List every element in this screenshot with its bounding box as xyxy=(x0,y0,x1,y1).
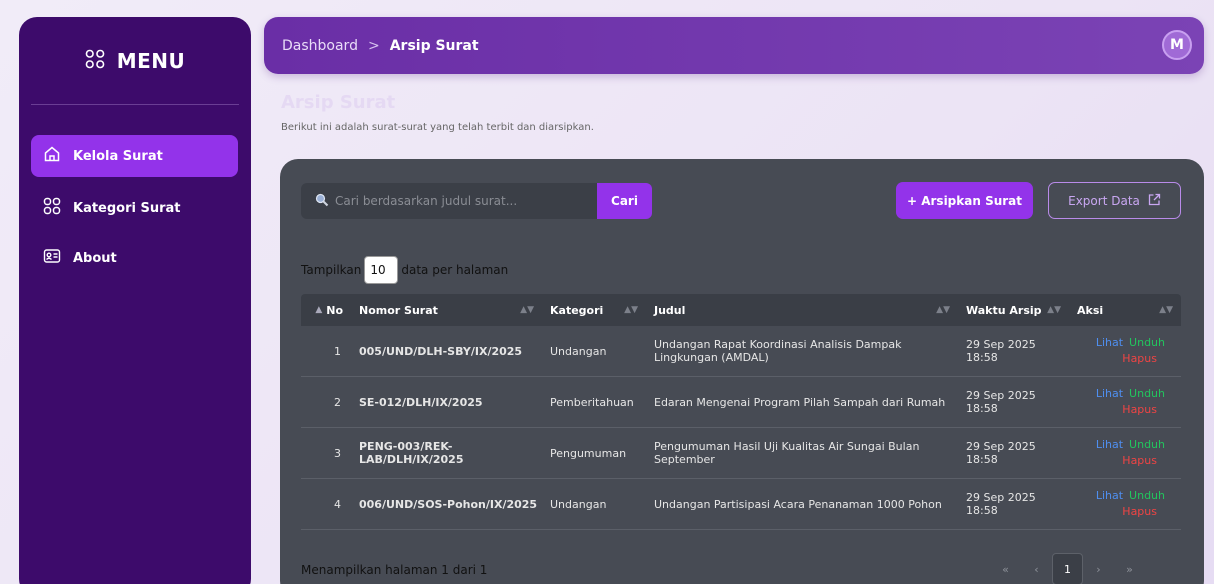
cell-kategori: Pengumuman xyxy=(550,446,627,460)
cell-kategori: Undangan xyxy=(550,344,607,358)
table-row: 2 SE-012/DLH/IX/2025 Pemberitahuan Edara… xyxy=(301,377,1181,428)
cell-kategori: Pemberitahuan xyxy=(550,395,634,409)
download-link[interactable]: Unduh xyxy=(1129,386,1165,402)
home-icon xyxy=(43,145,61,167)
sidebar-item-kelola-surat[interactable]: Kelola Surat xyxy=(31,135,238,177)
export-label: Export Data xyxy=(1068,193,1140,208)
cell-aksi: Lihat Unduh Hapus xyxy=(1069,437,1181,469)
header-aksi[interactable]: Aksi ▲▼ xyxy=(1069,304,1181,317)
cell-judul: Pengumuman Hasil Uji Kualitas Air Sungai… xyxy=(654,440,920,466)
cell-nomor-surat: SE-012/DLH/IX/2025 xyxy=(359,395,483,409)
sort-icon: ▲▼ xyxy=(1047,305,1061,315)
download-link[interactable]: Unduh xyxy=(1129,437,1165,453)
breadcrumb-current: Arsip Surat xyxy=(389,37,479,54)
delete-link[interactable]: Hapus xyxy=(1077,504,1165,520)
cell-waktu-arsip: 29 Sep 2025 18:58 xyxy=(966,440,1036,466)
sort-icon: ▲▼ xyxy=(624,305,638,315)
cell-nomor-surat: 005/UND/DLH-SBY/IX/2025 xyxy=(359,344,523,358)
header-no[interactable]: ▲ No xyxy=(301,304,351,317)
sidebar-item-label: About xyxy=(73,250,117,266)
sidebar-item-about[interactable]: About xyxy=(31,237,238,279)
cell-no: 4 xyxy=(334,497,341,511)
page-length-prefix: Tampilkan xyxy=(301,263,362,277)
delete-link[interactable]: Hapus xyxy=(1077,453,1165,469)
header-kategori[interactable]: Kategori ▲▼ xyxy=(542,304,646,317)
sidebar-item-label: Kategori Surat xyxy=(73,200,181,216)
download-link[interactable]: Unduh xyxy=(1129,488,1165,504)
sort-icon: ▲ xyxy=(315,305,323,315)
table-row: 1 005/UND/DLH-SBY/IX/2025 Undangan Undan… xyxy=(301,326,1181,377)
table-row: 3 PENG-003/REK-LAB/DLH/IX/2025 Pengumuma… xyxy=(301,428,1181,479)
grid-icon xyxy=(85,49,105,73)
pagination: « ‹ 1 › » xyxy=(990,553,1145,584)
cell-aksi: Lihat Unduh Hapus xyxy=(1069,335,1181,367)
top-header: Dashboard > Arsip Surat M xyxy=(264,17,1204,74)
cell-no: 3 xyxy=(334,446,341,460)
search-icon xyxy=(315,192,329,211)
cell-judul: Edaran Mengenai Program Pilah Sampah dar… xyxy=(654,395,946,409)
avatar[interactable]: M xyxy=(1162,30,1192,60)
table-header: ▲ No Nomor Surat ▲▼ Kategori ▲▼ Judul ▲▼ Wak… xyxy=(301,294,1181,326)
cell-aksi: Lihat Unduh Hapus xyxy=(1069,386,1181,418)
next-page-button[interactable]: › xyxy=(1083,553,1114,584)
search-input[interactable] xyxy=(335,194,585,208)
breadcrumb-dashboard[interactable]: Dashboard xyxy=(282,38,358,54)
view-link[interactable]: Lihat xyxy=(1096,488,1123,504)
cell-nomor-surat: 006/UND/SOS-Pohon/IX/2025 xyxy=(359,497,538,511)
cell-kategori: Undangan xyxy=(550,497,607,511)
cell-aksi: Lihat Unduh Hapus xyxy=(1069,488,1181,520)
sidebar-header: MENU xyxy=(31,17,239,105)
archive-letter-button[interactable]: + Arsipkan Surat xyxy=(896,182,1033,219)
pagination-info: Menampilkan halaman 1 dari 1 xyxy=(301,563,488,577)
sidebar-title: MENU xyxy=(116,48,186,73)
table-row: 4 006/UND/SOS-Pohon/IX/2025 Undangan Und… xyxy=(301,479,1181,530)
prev-page-button[interactable]: ‹ xyxy=(1021,553,1052,584)
sidebar-item-kategori-surat[interactable]: Kategori Surat xyxy=(31,187,238,229)
download-link[interactable]: Unduh xyxy=(1129,335,1165,351)
cell-waktu-arsip: 29 Sep 2025 18:58 xyxy=(966,338,1036,364)
grid-icon xyxy=(43,197,61,219)
sort-icon: ▲▼ xyxy=(520,305,534,315)
cell-no: 2 xyxy=(334,395,341,409)
search-box xyxy=(301,183,597,219)
current-page-button[interactable]: 1 xyxy=(1052,553,1083,584)
delete-link[interactable]: Hapus xyxy=(1077,402,1165,418)
breadcrumb-separator: > xyxy=(367,37,380,54)
delete-link[interactable]: Hapus xyxy=(1077,351,1165,367)
view-link[interactable]: Lihat xyxy=(1096,386,1123,402)
sort-icon: ▲▼ xyxy=(1159,305,1173,315)
archive-panel: Cari + Arsipkan Surat Export Data Tampil… xyxy=(280,159,1204,584)
header-nomor-surat[interactable]: Nomor Surat ▲▼ xyxy=(351,304,542,317)
page-length-suffix: data per halaman xyxy=(401,263,509,277)
page-length-input[interactable]: 10 xyxy=(364,256,399,284)
cell-judul: Undangan Rapat Koordinasi Analisis Dampa… xyxy=(654,338,902,364)
first-page-button[interactable]: « xyxy=(990,553,1021,584)
cell-judul: Undangan Partisipasi Acara Penanaman 100… xyxy=(654,497,942,511)
last-page-button[interactable]: » xyxy=(1114,553,1145,584)
view-link[interactable]: Lihat xyxy=(1096,335,1123,351)
search-bar: Cari xyxy=(301,183,652,219)
header-waktu-arsip[interactable]: Waktu Arsip ▲▼ xyxy=(958,304,1069,317)
page-title: Arsip Surat xyxy=(281,92,396,113)
id-card-icon xyxy=(43,247,61,269)
search-button[interactable]: Cari xyxy=(597,183,652,219)
export-data-button[interactable]: Export Data xyxy=(1048,182,1181,219)
cell-no: 1 xyxy=(334,344,341,358)
sort-icon: ▲▼ xyxy=(936,305,950,315)
view-link[interactable]: Lihat xyxy=(1096,437,1123,453)
cell-waktu-arsip: 29 Sep 2025 18:58 xyxy=(966,491,1036,517)
header-judul[interactable]: Judul ▲▼ xyxy=(646,304,958,317)
external-link-icon xyxy=(1148,193,1161,209)
page-length-control: Tampilkan 10 data per halaman xyxy=(301,256,508,284)
archive-table: ▲ No Nomor Surat ▲▼ Kategori ▲▼ Judul ▲▼ Wak… xyxy=(301,294,1181,530)
page-subtitle: Berikut ini adalah surat-surat yang tela… xyxy=(281,122,594,133)
sidebar: MENU Kelola Surat Kategori Surat About xyxy=(19,17,251,584)
cell-waktu-arsip: 29 Sep 2025 18:58 xyxy=(966,389,1036,415)
sidebar-item-label: Kelola Surat xyxy=(73,148,163,164)
cell-nomor-surat: PENG-003/REK-LAB/DLH/IX/2025 xyxy=(359,440,464,466)
